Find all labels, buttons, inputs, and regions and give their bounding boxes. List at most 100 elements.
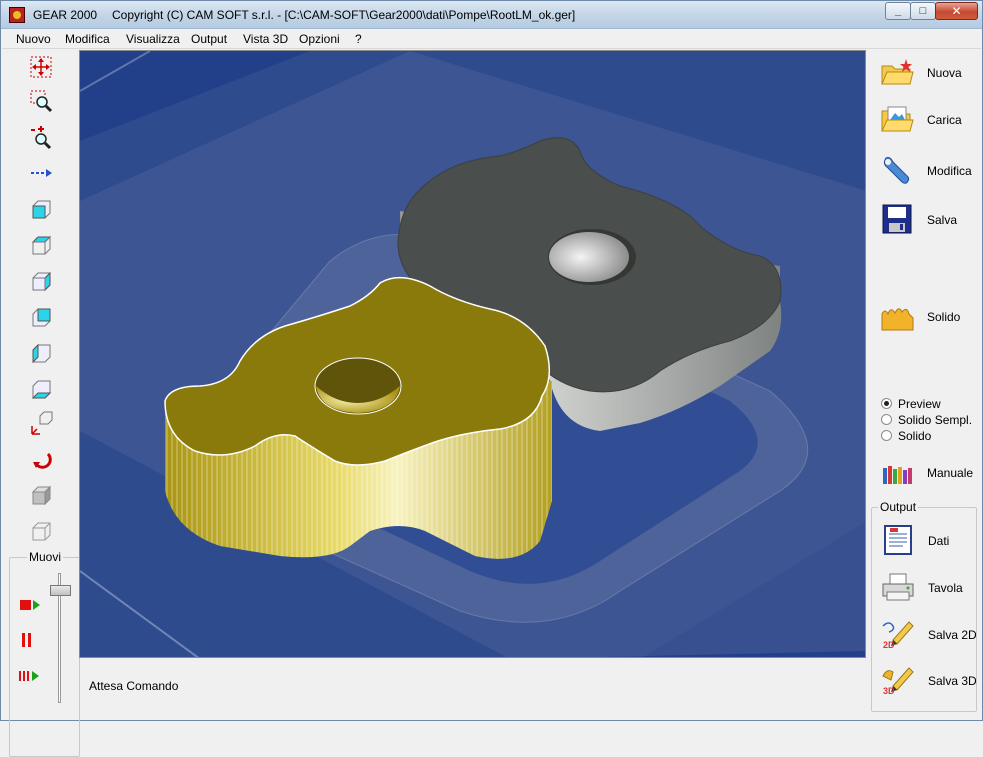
menu-opzioni[interactable]: Opzioni <box>299 32 340 46</box>
radio-solido-label: Solido <box>898 429 932 443</box>
menu-output[interactable]: Output <box>191 32 227 46</box>
view-back-button[interactable] <box>28 340 54 366</box>
new-folder-icon <box>881 59 914 85</box>
salva-2d-label: Salva 2D <box>928 628 977 642</box>
view-cube-left-icon <box>32 308 51 327</box>
solido-label: Solido <box>927 310 961 324</box>
view-right-button[interactable] <box>28 268 54 294</box>
modifica-label: Modifica <box>927 164 972 178</box>
app-gear-icon[interactable] <box>9 7 25 23</box>
carica-button[interactable]: Carica <box>877 99 977 139</box>
pause-button[interactable] <box>18 630 42 650</box>
salva-label: Salva <box>927 213 958 227</box>
svg-text:3D: 3D <box>883 686 895 696</box>
menu-bar: Nuovo Modifica Visualizza Output Vista 3… <box>2 30 981 49</box>
minimize-icon: _ <box>894 5 902 17</box>
output-group-label: Output <box>878 500 919 514</box>
open-folder-icon <box>881 106 914 132</box>
status-text: Attesa Comando <box>89 679 179 693</box>
radio-preview-dot <box>881 398 892 409</box>
app-name: GEAR 2000 <box>33 8 98 22</box>
wrench-icon <box>883 157 910 184</box>
salva-3d-label: Salva 3D <box>928 674 977 688</box>
salva-3d-button[interactable]: 3D Salva 3D <box>878 660 978 700</box>
floppy-icon <box>882 204 912 234</box>
nuova-button[interactable]: Nuova <box>877 52 977 92</box>
minimize-button[interactable]: _ <box>885 2 911 20</box>
speed-slider-thumb[interactable] <box>50 585 71 596</box>
record-button[interactable] <box>18 595 42 615</box>
pencil-2d-icon: 2D <box>882 621 914 650</box>
radio-solido-dot <box>881 430 892 441</box>
menu-help[interactable]: ? <box>355 32 362 46</box>
maximize-button[interactable]: □ <box>910 2 936 20</box>
printer-icon <box>882 573 914 601</box>
record-icon <box>20 600 40 610</box>
menu-nuovo[interactable]: Nuovo <box>16 32 51 46</box>
move-arrow-icon <box>31 169 52 177</box>
zoom-window-button[interactable] <box>28 88 54 114</box>
document-icon <box>884 525 912 555</box>
view-cube-back-icon <box>32 343 51 364</box>
play-button[interactable] <box>18 666 42 686</box>
wire-view-button[interactable] <box>28 518 54 544</box>
menu-modifica[interactable]: Modifica <box>65 32 110 46</box>
wire-cube-icon <box>32 522 51 541</box>
tavola-button[interactable]: Tavola <box>878 567 978 607</box>
zoom-window-icon <box>30 90 53 113</box>
pencil-3d-icon: 3D <box>882 667 914 696</box>
books-icon <box>883 466 912 484</box>
solido-button[interactable]: Solido <box>877 296 977 336</box>
3d-viewport[interactable] <box>79 50 866 658</box>
move-group-label: Muovi <box>27 550 64 564</box>
pause-icon <box>22 633 31 647</box>
close-icon: ✕ <box>951 4 962 18</box>
menu-visualizza[interactable]: Visualizza <box>126 32 180 46</box>
view-bottom-button[interactable] <box>28 376 54 402</box>
view-cube-front-icon <box>32 200 51 219</box>
view-front-button[interactable] <box>28 196 54 222</box>
zoom-in-out-icon <box>31 126 52 150</box>
pan-icon <box>30 56 52 78</box>
dati-label: Dati <box>928 534 950 548</box>
app-window: GEAR 2000 Copyright (C) CAM SOFT s.r.l. … <box>0 0 983 757</box>
svg-text:2D: 2D <box>883 640 895 650</box>
pan-button[interactable] <box>28 54 54 80</box>
radio-solido-sempl-dot <box>881 414 892 425</box>
output-group: Output Dati Tavola 2D Salva 2D 3D Salva … <box>871 500 978 712</box>
view-cube-top-icon <box>31 235 52 255</box>
view-top-button[interactable] <box>28 232 54 258</box>
manuale-button[interactable]: Manuale <box>877 452 977 492</box>
right-panel: Nuova Carica Modifica Salva Solido Previ… <box>869 50 979 712</box>
title-bar[interactable]: GEAR 2000 Copyright (C) CAM SOFT s.r.l. … <box>1 1 982 29</box>
rotate-button[interactable] <box>28 446 54 472</box>
solid-view-button[interactable] <box>28 482 54 508</box>
view-cube-bottom-icon <box>31 380 52 399</box>
nuova-label: Nuova <box>927 66 962 80</box>
maximize-icon: □ <box>919 5 927 17</box>
manuale-label: Manuale <box>927 466 974 480</box>
dati-button[interactable]: Dati <box>878 520 978 560</box>
gear-pump-3d-view <box>80 51 865 657</box>
axes-icon <box>31 411 53 435</box>
menu-vista-3d[interactable]: Vista 3D <box>243 32 288 46</box>
view-cube-right-icon <box>32 271 51 292</box>
solid-cube-icon <box>31 485 52 506</box>
radio-preview-label: Preview <box>898 397 941 411</box>
left-toolbar: Muovi <box>2 50 80 757</box>
move-arrow-button[interactable] <box>28 160 54 186</box>
radio-solido-sempl-label: Solido Sempl. <box>898 413 973 427</box>
axes-button[interactable] <box>28 410 54 436</box>
rotate-icon <box>33 452 52 469</box>
carica-label: Carica <box>927 113 962 127</box>
tavola-label: Tavola <box>928 581 963 595</box>
move-group: Muovi <box>9 550 80 757</box>
salva-button[interactable]: Salva <box>877 199 977 239</box>
gear-solid-icon <box>881 308 914 331</box>
salva-2d-button[interactable]: 2D Salva 2D <box>878 614 978 654</box>
play-icon <box>19 671 39 681</box>
close-button[interactable]: ✕ <box>935 2 978 20</box>
view-left-button[interactable] <box>28 304 54 330</box>
zoom-in-out-button[interactable] <box>28 124 54 150</box>
modifica-button[interactable]: Modifica <box>877 150 977 190</box>
